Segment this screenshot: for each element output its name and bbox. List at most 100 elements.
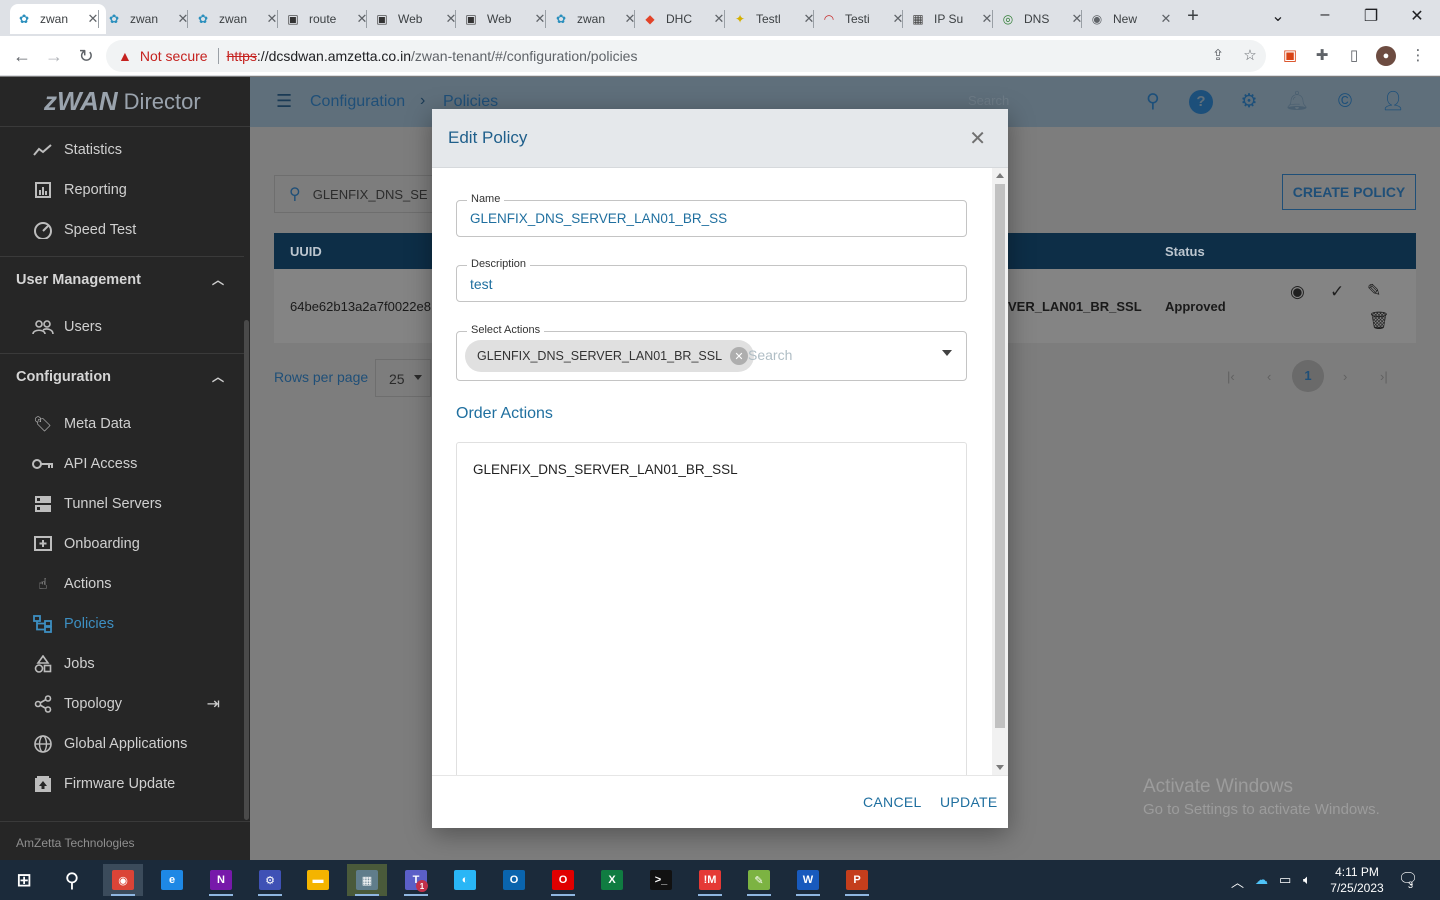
sidebar-item-topology[interactable]: Topology ⇥ [0, 684, 244, 724]
copyright-icon[interactable]: © [1333, 90, 1357, 114]
network-icon[interactable]: ▭ [1279, 872, 1291, 888]
browser-tab[interactable]: ◉ New ✕ [1083, 4, 1179, 34]
browser-tab[interactable]: ✿ zwan ✕ [547, 4, 643, 34]
next-page-icon[interactable]: › [1343, 369, 1347, 384]
word-icon[interactable]: W [788, 864, 828, 896]
close-icon[interactable]: ✕ [969, 129, 986, 149]
opera-icon[interactable]: O [543, 864, 583, 896]
excel-icon[interactable]: X [592, 864, 632, 896]
delete-trash-icon[interactable]: 🗑︎ [1368, 311, 1390, 331]
chevron-up-icon[interactable]: ︿ [212, 368, 224, 385]
section-configuration[interactable]: Configuration ︿ [0, 353, 244, 399]
browser-tab[interactable]: ▣ Web ✕ [368, 4, 464, 34]
sidebar-item-onboarding[interactable]: Onboarding [0, 524, 244, 564]
close-window-icon[interactable]: ✕ [1405, 6, 1429, 26]
sidebar-item-speed-test[interactable]: Speed Test [0, 210, 244, 250]
help-icon[interactable]: ? [1189, 90, 1213, 114]
extensions-puzzle-icon[interactable]: ✚ [1312, 46, 1332, 66]
sidebar-item-meta-data[interactable]: 🏷︎ Meta Data [0, 404, 244, 444]
onedrive-icon[interactable]: ☁ [1255, 872, 1268, 888]
forward-icon[interactable]: → [42, 44, 66, 68]
browser-tab[interactable]: ✿ zwan ✕ [189, 4, 285, 34]
back-icon[interactable]: ← [10, 44, 34, 68]
extension-ext-icon[interactable]: ▣ [1280, 46, 1300, 66]
file-explorer-icon[interactable]: ▬ [298, 864, 338, 896]
teams-icon[interactable]: T1 [396, 864, 436, 896]
tray-overflow-chevron-icon[interactable]: ︿ [1231, 872, 1244, 891]
restore-icon[interactable]: ❐ [1359, 6, 1383, 26]
open-external-icon[interactable]: ⇥ [207, 694, 220, 714]
sidebar-item-actions[interactable]: ☝ Actions [0, 564, 244, 604]
column-uuid[interactable]: UUID [290, 244, 322, 259]
browser-tab[interactable]: ✿ zwan ✕ [10, 4, 106, 34]
outlook-icon[interactable]: O [494, 864, 534, 896]
cancel-button[interactable]: CANCEL [863, 794, 922, 810]
powerpoint-icon[interactable]: P [837, 864, 877, 896]
chrome-menu-icon[interactable]: ⋮ [1408, 46, 1428, 66]
sidebar-scrollbar[interactable] [244, 320, 249, 820]
terminal-icon[interactable]: >_ [641, 864, 681, 896]
sidebar-item-api-access[interactable]: API Access [0, 444, 244, 484]
mremoteng-icon[interactable]: !M [690, 864, 730, 896]
update-button[interactable]: UPDATE [940, 794, 998, 810]
tab-close-icon[interactable]: ✕ [1159, 11, 1173, 27]
new-tab-button[interactable]: + [1183, 6, 1203, 26]
volume-icon[interactable]: 🔈︎ [1303, 872, 1311, 888]
share-icon[interactable]: ⇪ [1208, 46, 1228, 66]
breadcrumb-configuration[interactable]: Configuration [310, 93, 405, 111]
settings-gear-icon[interactable]: ⚙ [1237, 90, 1261, 114]
browser-tab[interactable]: ◎ DNS ✕ [994, 4, 1090, 34]
select-actions-search-input[interactable]: Search [748, 347, 792, 363]
edge-icon[interactable]: e [152, 864, 192, 896]
side-panel-icon[interactable]: ▯ [1344, 46, 1364, 66]
remote-desktop-icon[interactable]: ▦ [347, 864, 387, 896]
browser-tab[interactable]: ▣ route ✕ [279, 4, 375, 34]
description-field[interactable]: Description test [456, 258, 967, 302]
omnibox[interactable]: ▲ Not secure https://dcsdwan.amzetta.co.… [106, 40, 1266, 72]
minimize-icon[interactable]: – [1313, 6, 1337, 24]
sidebar-item-policies[interactable]: Policies [0, 604, 244, 644]
sidebar-item-firmware-update[interactable]: Firmware Update [0, 764, 244, 804]
select-actions-field[interactable]: Select Actions GLENFIX_DNS_SERVER_LAN01_… [456, 324, 967, 381]
view-eye-icon[interactable]: ◉ [1290, 282, 1305, 302]
browser-tab[interactable]: ✿ zwan ✕ [100, 4, 196, 34]
chrome-icon[interactable]: ◉ [103, 864, 143, 896]
sidebar-item-reporting[interactable]: Reporting [0, 170, 244, 210]
reload-icon[interactable]: ↻ [74, 44, 98, 68]
prev-page-icon[interactable]: ‹ [1267, 369, 1271, 384]
last-page-icon[interactable]: ›| [1380, 369, 1388, 384]
column-status[interactable]: Status [1165, 244, 1205, 259]
name-value[interactable]: GLENFIX_DNS_SERVER_LAN01_BR_SS [470, 211, 727, 226]
header-search-input[interactable]: Search [968, 93, 1009, 108]
network-tool-icon[interactable]: ⚙ [250, 864, 290, 896]
description-value[interactable]: test [470, 276, 493, 292]
create-policy-button[interactable]: CREATE POLICY [1282, 174, 1416, 210]
current-page[interactable]: 1 [1292, 360, 1324, 392]
search-icon[interactable]: ⚲ [52, 864, 92, 896]
scroll-down-icon[interactable] [996, 765, 1004, 770]
bookmark-star-icon[interactable]: ☆ [1240, 46, 1260, 66]
browser-tab[interactable]: ◠ Testi ✕ [815, 4, 911, 34]
sidebar-item-statistics[interactable]: Statistics [0, 130, 244, 170]
scrollbar-thumb[interactable] [995, 184, 1005, 728]
browser-tab[interactable]: ▣ Web ✕ [457, 4, 553, 34]
sidebar-item-tunnel-servers[interactable]: Tunnel Servers [0, 484, 244, 524]
approve-check-icon[interactable]: ✓ [1330, 282, 1344, 302]
dialog-scrollbar[interactable] [992, 168, 1008, 775]
policy-filter-input[interactable]: ⚲ GLENFIX_DNS_SE [274, 175, 454, 213]
name-field[interactable]: Name GLENFIX_DNS_SERVER_LAN01_BR_SS [456, 193, 967, 237]
windows-start-icon[interactable]: ⊞ [4, 864, 44, 896]
edit-pencil-icon[interactable]: ✎ [1367, 281, 1381, 301]
notepad-plus-icon[interactable]: ✎ [739, 864, 779, 896]
menu-collapse-icon[interactable]: ☰ [276, 91, 292, 112]
first-page-icon[interactable]: |‹ [1227, 369, 1235, 384]
order-action-item[interactable]: GLENFIX_DNS_SERVER_LAN01_BR_SSL [473, 462, 738, 477]
user-account-icon[interactable]: 👤︎ [1381, 90, 1405, 114]
browser-tab[interactable]: ▦ IP Su ✕ [904, 4, 1000, 34]
search-icon[interactable]: ⚲ [1141, 90, 1165, 114]
notification-bell-icon[interactable]: 🔔︎ [1285, 90, 1309, 114]
dropdown-arrow-icon[interactable] [942, 350, 952, 356]
tab-search-icon[interactable]: ⌄ [1266, 6, 1290, 26]
sidebar-item-users[interactable]: Users [0, 307, 244, 347]
system-clock[interactable]: 4:11 PM 7/25/2023 [1326, 864, 1388, 896]
